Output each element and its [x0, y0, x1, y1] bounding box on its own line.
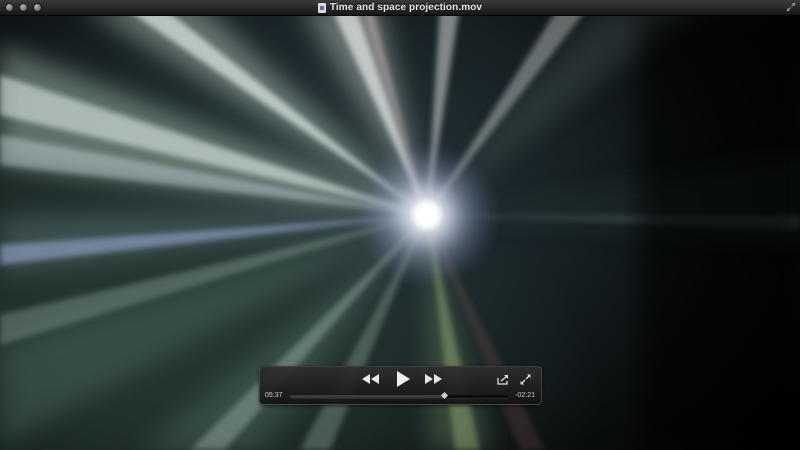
- movie-document-icon: [317, 2, 326, 13]
- window-title: Time and space projection.mov: [329, 2, 483, 13]
- play-button[interactable]: [395, 370, 415, 390]
- fullscreen-button[interactable]: [520, 374, 532, 386]
- enter-fullscreen-icon[interactable]: [786, 2, 796, 12]
- play-icon: [397, 371, 410, 387]
- fast-forward-button[interactable]: [423, 373, 445, 387]
- video-frame[interactable]: 05:37 -02:21: [0, 15, 800, 450]
- rewind-icon: [362, 374, 379, 384]
- fast-forward-icon: [425, 374, 442, 384]
- playback-controller: 05:37 -02:21: [259, 366, 542, 405]
- rewind-button[interactable]: [361, 373, 383, 387]
- timeline-progress: [290, 395, 444, 398]
- share-button[interactable]: [497, 374, 511, 387]
- fullscreen-icon: [520, 374, 531, 385]
- title-bar: Time and space projection.mov: [0, 0, 800, 16]
- share-icon: [497, 375, 508, 385]
- timeline-scrubber[interactable]: [290, 391, 508, 400]
- elapsed-time: 05:37: [265, 392, 283, 399]
- remaining-time: -02:21: [515, 392, 535, 399]
- window-title-area: Time and space projection.mov: [0, 0, 800, 15]
